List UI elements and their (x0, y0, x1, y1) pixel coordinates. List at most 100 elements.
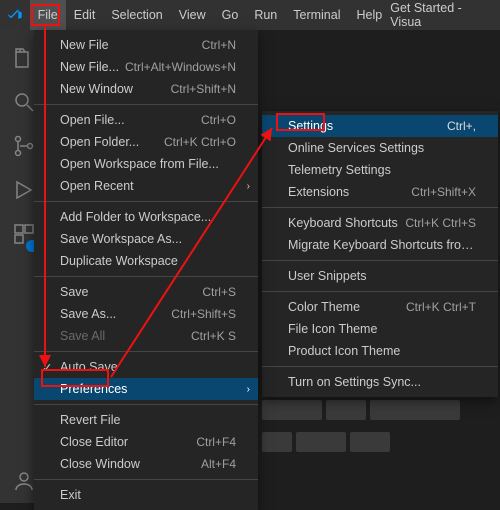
menu-item-label: New File... (60, 60, 125, 74)
menu-item-label: Close Window (60, 457, 201, 471)
pref-menu-settings[interactable]: SettingsCtrl+, (262, 115, 498, 137)
chevron-right-icon: › (247, 181, 250, 192)
menu-item-label: Open Workspace from File... (60, 157, 236, 171)
menu-item-label: Save As... (60, 307, 171, 321)
file-menu-duplicate-workspace[interactable]: Duplicate Workspace (34, 250, 258, 272)
menu-item-accelerator: Ctrl+K Ctrl+O (164, 135, 236, 149)
menu-run[interactable]: Run (246, 0, 285, 30)
menu-item-label: Close Editor (60, 435, 196, 449)
file-menu-auto-save[interactable]: ✓ Auto Save (34, 356, 258, 378)
file-menu-save-as[interactable]: Save As...Ctrl+Shift+S (34, 303, 258, 325)
menu-item-label: Auto Save (60, 360, 236, 374)
menu-item-label: New File (60, 38, 202, 52)
menu-item-label: Product Icon Theme (288, 344, 476, 358)
menu-separator (34, 351, 258, 352)
pref-menu-telemetry-settings[interactable]: Telemetry Settings (262, 159, 498, 181)
menubar: File Edit Selection View Go Run Terminal… (30, 0, 391, 30)
menu-item-label: New Window (60, 82, 171, 96)
menu-separator (34, 479, 258, 480)
pref-menu-turn-on-settings-sync[interactable]: Turn on Settings Sync... (262, 371, 498, 393)
menu-item-accelerator: Ctrl+N (202, 38, 236, 52)
menu-item-label: Settings (288, 119, 447, 133)
menu-separator (262, 207, 498, 208)
pref-menu-extensions[interactable]: ExtensionsCtrl+Shift+X (262, 181, 498, 203)
menu-item-label: Add Folder to Workspace... (60, 210, 236, 224)
menu-item-label: User Snippets (288, 269, 476, 283)
menu-item-label: Save All (60, 329, 191, 343)
menu-item-label: Telemetry Settings (288, 163, 476, 177)
menu-separator (34, 201, 258, 202)
check-icon: ✓ (42, 360, 52, 375)
menu-item-accelerator: Ctrl+Shift+X (411, 185, 476, 199)
chevron-right-icon: › (247, 384, 250, 395)
file-menu-open-file[interactable]: Open File...Ctrl+O (34, 109, 258, 131)
pref-menu-file-icon-theme[interactable]: File Icon Theme (262, 318, 498, 340)
menu-separator (262, 366, 498, 367)
menu-item-label: File Icon Theme (288, 322, 476, 336)
menu-item-label: Turn on Settings Sync... (288, 375, 476, 389)
vscode-logo-icon (6, 6, 24, 24)
file-menu-open-folder[interactable]: Open Folder...Ctrl+K Ctrl+O (34, 131, 258, 153)
menu-item-label: Open Recent (60, 179, 236, 193)
file-menu-dropdown: New FileCtrl+NNew File...Ctrl+Alt+Window… (34, 30, 258, 510)
menu-item-label: Color Theme (288, 300, 406, 314)
editor-blurred-content (262, 400, 472, 460)
menu-item-accelerator: Ctrl+K S (191, 329, 236, 343)
titlebar: File Edit Selection View Go Run Terminal… (0, 0, 500, 30)
menu-item-label: Open File... (60, 113, 201, 127)
menu-item-accelerator: Ctrl+O (201, 113, 236, 127)
pref-menu-user-snippets[interactable]: User Snippets (262, 265, 498, 287)
file-menu-save[interactable]: SaveCtrl+S (34, 281, 258, 303)
menu-item-accelerator: Ctrl+S (202, 285, 236, 299)
pref-menu-product-icon-theme[interactable]: Product Icon Theme (262, 340, 498, 362)
menu-edit[interactable]: Edit (66, 0, 104, 30)
menu-item-accelerator: Ctrl+Shift+S (171, 307, 236, 321)
menu-item-label: Exit (60, 488, 236, 502)
file-menu-new-file[interactable]: New File...Ctrl+Alt+Windows+N (34, 56, 258, 78)
menu-selection[interactable]: Selection (103, 0, 170, 30)
menu-item-label: Save Workspace As... (60, 232, 236, 246)
menu-item-label: Migrate Keyboard Shortcuts from... (288, 238, 476, 252)
menu-view[interactable]: View (171, 0, 214, 30)
pref-menu-online-services-settings[interactable]: Online Services Settings (262, 137, 498, 159)
menu-item-label: Revert File (60, 413, 236, 427)
menu-help[interactable]: Help (349, 0, 391, 30)
menu-item-accelerator: Ctrl+Alt+Windows+N (125, 60, 236, 74)
menu-item-accelerator: Ctrl+, (447, 119, 476, 133)
pref-menu-migrate-keyboard-shortcuts-from[interactable]: Migrate Keyboard Shortcuts from... (262, 234, 498, 256)
file-menu-revert-file[interactable]: Revert File (34, 409, 258, 431)
menu-item-accelerator: Ctrl+Shift+N (171, 82, 236, 96)
menu-item-accelerator: Alt+F4 (201, 457, 236, 471)
window-title: Get Started - Visua (390, 1, 500, 29)
file-menu-close-window[interactable]: Close WindowAlt+F4 (34, 453, 258, 475)
menu-item-label: Online Services Settings (288, 141, 476, 155)
pref-menu-color-theme[interactable]: Color ThemeCtrl+K Ctrl+T (262, 296, 498, 318)
file-menu-close-editor[interactable]: Close EditorCtrl+F4 (34, 431, 258, 453)
menu-item-label: Duplicate Workspace (60, 254, 236, 268)
menu-item-label: Preferences (60, 382, 236, 396)
menu-item-accelerator: Ctrl+K Ctrl+S (405, 216, 476, 230)
file-menu-add-folder-to-workspace[interactable]: Add Folder to Workspace... (34, 206, 258, 228)
menu-item-accelerator: Ctrl+F4 (196, 435, 236, 449)
menu-item-label: Keyboard Shortcuts (288, 216, 405, 230)
menu-separator (34, 404, 258, 405)
menu-separator (34, 104, 258, 105)
menu-item-accelerator: Ctrl+K Ctrl+T (406, 300, 476, 314)
menu-separator (34, 276, 258, 277)
file-menu-save-workspace-as[interactable]: Save Workspace As... (34, 228, 258, 250)
pref-menu-keyboard-shortcuts[interactable]: Keyboard ShortcutsCtrl+K Ctrl+S (262, 212, 498, 234)
file-menu-preferences[interactable]: Preferences › (34, 378, 258, 400)
preferences-submenu: SettingsCtrl+, Online Services Settings Te… (262, 111, 498, 397)
menu-separator (262, 291, 498, 292)
file-menu-open-workspace-from-file[interactable]: Open Workspace from File... (34, 153, 258, 175)
menu-go[interactable]: Go (214, 0, 247, 30)
menu-terminal[interactable]: Terminal (285, 0, 348, 30)
menu-item-label: Save (60, 285, 202, 299)
file-menu-new-window[interactable]: New WindowCtrl+Shift+N (34, 78, 258, 100)
file-menu-save-all: Save AllCtrl+K S (34, 325, 258, 347)
menu-item-label: Open Folder... (60, 135, 164, 149)
file-menu-new-file[interactable]: New FileCtrl+N (34, 34, 258, 56)
menu-item-label: Extensions (288, 185, 411, 199)
file-menu-open-recent[interactable]: Open Recent › (34, 175, 258, 197)
menu-file[interactable]: File (30, 0, 66, 30)
